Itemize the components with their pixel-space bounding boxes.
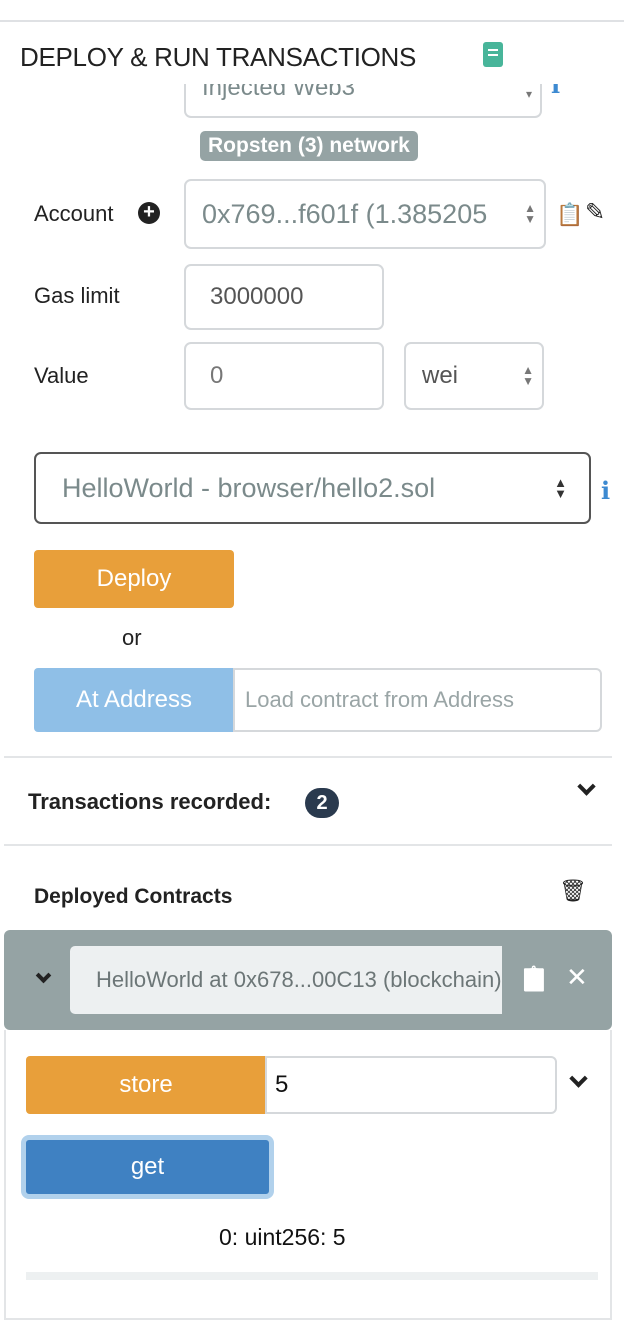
account-select[interactable]: 0x769...f601f (1.385205 ▲ ▼ — [184, 179, 546, 249]
gas-limit-label: Gas limit — [34, 283, 120, 308]
deployed-contracts-title: Deployed Contracts — [34, 885, 233, 908]
contract-select[interactable]: HelloWorld - browser/hello2.sol ▲ ▼ — [34, 452, 591, 524]
book-icon[interactable] — [483, 42, 503, 67]
value-input[interactable]: 0 — [184, 342, 384, 410]
spinner-arrows-icon: ▲ ▼ — [522, 201, 536, 226]
page-title: DEPLOY & RUN TRANSACTIONS — [20, 42, 417, 72]
edit-icon[interactable]: ✎ — [585, 198, 605, 227]
spinner-arrows-icon: ▲ ▼ — [554, 475, 567, 501]
network-badge: Ropsten (3) network — [200, 131, 418, 161]
value-label: Value — [34, 363, 89, 388]
divider — [4, 844, 612, 846]
value-amount: 0 — [210, 362, 224, 389]
or-label: or — [122, 625, 142, 650]
store-input[interactable]: 5 — [265, 1056, 557, 1114]
address-placeholder: Load contract from Address — [245, 687, 515, 712]
copy-icon[interactable]: 📋 — [556, 202, 583, 228]
unit-value: wei — [422, 362, 459, 389]
transactions-recorded-label: Transactions recorded: — [28, 789, 272, 814]
deploy-button[interactable]: Deploy — [34, 550, 234, 608]
contract-value: HelloWorld - browser/hello2.sol — [62, 472, 436, 503]
divider — [4, 756, 612, 758]
close-icon[interactable]: ✕ — [566, 962, 588, 993]
add-account-icon[interactable]: + — [138, 202, 160, 224]
transactions-count-badge: 2 — [305, 788, 339, 818]
spinner-arrows-icon: ▲ ▼ — [522, 363, 534, 388]
info-icon[interactable]: i — [601, 476, 610, 505]
get-output: 0: uint256: 5 — [219, 1224, 346, 1250]
account-value: 0x769...f601f (1.385205 — [202, 198, 488, 229]
divider — [26, 1272, 598, 1280]
account-label: Account — [34, 201, 114, 226]
instance-name[interactable]: HelloWorld at 0x678...00C13 (blockchain) — [70, 946, 502, 1014]
gas-limit-value: 3000000 — [210, 283, 304, 310]
copy-icon[interactable]: 📋 — [519, 965, 549, 994]
get-button[interactable]: get — [21, 1135, 274, 1199]
chevron-down-icon[interactable] — [577, 777, 596, 796]
store-button[interactable]: store — [26, 1056, 266, 1114]
address-input[interactable]: Load contract from Address — [233, 668, 602, 732]
trash-icon[interactable]: 🗑 — [559, 878, 587, 904]
store-input-value: 5 — [275, 1071, 289, 1098]
gas-limit-input[interactable]: 3000000 — [184, 264, 384, 330]
dropdown-arrow-icon: ▾ — [525, 87, 532, 101]
at-address-button[interactable]: At Address — [34, 668, 234, 732]
unit-select[interactable]: wei ▲ ▼ — [404, 342, 544, 410]
instance-name-text: HelloWorld at 0x678...00C13 (blockchain) — [96, 967, 502, 992]
